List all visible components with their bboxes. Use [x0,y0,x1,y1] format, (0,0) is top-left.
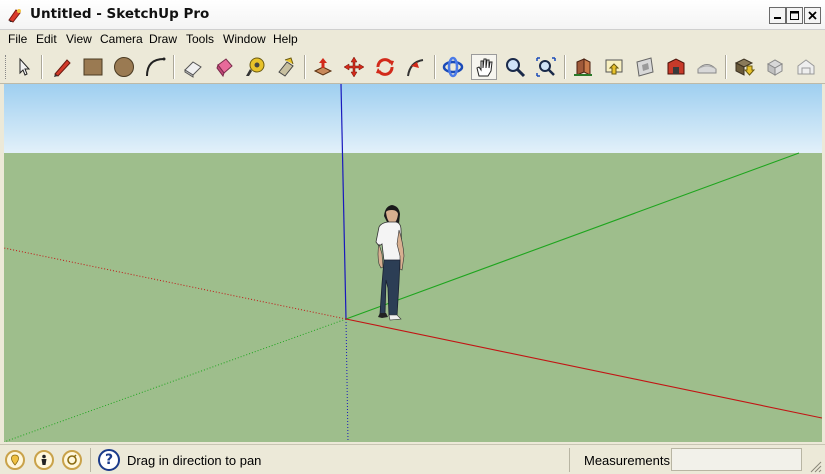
geo-location-button[interactable] [5,450,25,470]
extension-button[interactable] [793,54,819,80]
menu-bar: File Edit View Camera Draw Tools Window … [0,30,825,50]
paint-bucket-icon [216,58,233,78]
component-button[interactable] [570,54,596,80]
pan-tool-button[interactable] [471,54,497,80]
tape-measure-icon [246,57,265,76]
geo-location-icon [11,454,19,466]
rectangle-tool-button[interactable] [80,54,106,80]
circle-tool-button[interactable] [111,54,137,80]
rotate-tool-button[interactable] [372,54,398,80]
follow-me-tool-button[interactable] [403,54,429,80]
menu-camera[interactable]: Camera [100,32,143,46]
import-button[interactable] [601,54,627,80]
section-plane-button[interactable] [632,54,658,80]
model-viewport[interactable] [4,84,822,442]
measurements-input[interactable] [671,448,802,471]
zoom-extents-tool-button[interactable] [533,54,559,80]
toolbar-grip[interactable] [5,55,9,79]
warehouse-icon [667,58,685,75]
arc-icon [146,57,166,77]
menu-tools[interactable]: Tools [186,32,214,46]
toolbar-separator [304,55,306,79]
sketchup-app-icon[interactable] [7,7,23,23]
orbit-tool-button[interactable] [440,54,466,80]
import-icon [605,59,623,75]
resize-grip-icon[interactable] [808,459,822,473]
zoom-icon [506,58,526,78]
toolbar-separator [564,55,566,79]
paint-tool-icon [278,57,294,77]
eraser-tool-button[interactable] [180,54,206,80]
push-pull-paint-button[interactable] [273,54,299,80]
question-mark-icon: ? [104,452,114,468]
circle-icon [114,57,134,77]
follow-me-icon [407,59,424,77]
get-models-button[interactable] [762,54,788,80]
toolbar-separator [434,55,436,79]
status-divider [569,448,570,472]
arc-tool-button[interactable] [142,54,168,80]
title-bar: Untitled - SketchUp Pro [0,0,825,30]
toolbar-separator [173,55,175,79]
section-plane-icon [636,57,654,77]
zoom-tool-button[interactable] [502,54,528,80]
pan-hand-icon [476,58,493,77]
status-bar: ? Drag in direction to pan Measurements [0,444,825,474]
menu-view[interactable]: View [66,32,92,46]
menu-edit[interactable]: Edit [36,32,57,46]
minimize-button[interactable] [769,7,786,24]
main-toolbar [0,50,825,84]
sky [4,84,822,154]
share-model-button[interactable] [731,54,757,80]
tape-measure-tool-button[interactable] [242,54,268,80]
sign-in-button[interactable] [62,450,82,470]
toolbar-separator [41,55,43,79]
paint-bucket-tool-button[interactable] [211,54,237,80]
credits-button[interactable] [34,450,54,470]
select-arrow-icon [19,57,31,76]
get-models-icon [766,59,784,76]
menu-window[interactable]: Window [223,32,266,46]
minimize-icon [774,17,781,19]
person-icon [41,454,47,465]
scene-canvas[interactable] [4,84,822,442]
maximize-button[interactable] [786,7,803,24]
status-hint: Drag in direction to pan [127,453,262,468]
menu-draw[interactable]: Draw [149,32,177,46]
maximize-icon [790,11,799,20]
line-tool-button[interactable] [49,54,75,80]
sandbox-button[interactable] [694,54,720,80]
select-tool-button[interactable] [11,54,37,80]
extension-icon [797,59,815,75]
ground-plane [4,153,822,442]
zoom-extents-icon [536,57,556,77]
status-divider [90,448,91,472]
menu-help[interactable]: Help [273,32,298,46]
rotate-icon [376,58,394,76]
pencil-line-icon [54,59,71,77]
move-icon [343,56,365,78]
close-icon [808,11,817,20]
rectangle-icon [83,58,103,76]
move-tool-button[interactable] [341,54,367,80]
measurements-label: Measurements [584,453,670,468]
push-pull-icon [313,58,333,76]
sandbox-icon [697,64,717,74]
account-icon [67,454,77,465]
orbit-icon [442,56,464,78]
component-icon [574,58,592,76]
push-pull-tool-button[interactable] [310,54,336,80]
eraser-icon [184,61,202,78]
close-button[interactable] [804,7,821,24]
warehouse-button[interactable] [663,54,689,80]
instructor-button[interactable]: ? [98,449,120,471]
menu-file[interactable]: File [8,32,27,46]
window-title: Untitled - SketchUp Pro [30,6,210,22]
share-model-icon [734,58,755,76]
toolbar-separator [725,55,727,79]
